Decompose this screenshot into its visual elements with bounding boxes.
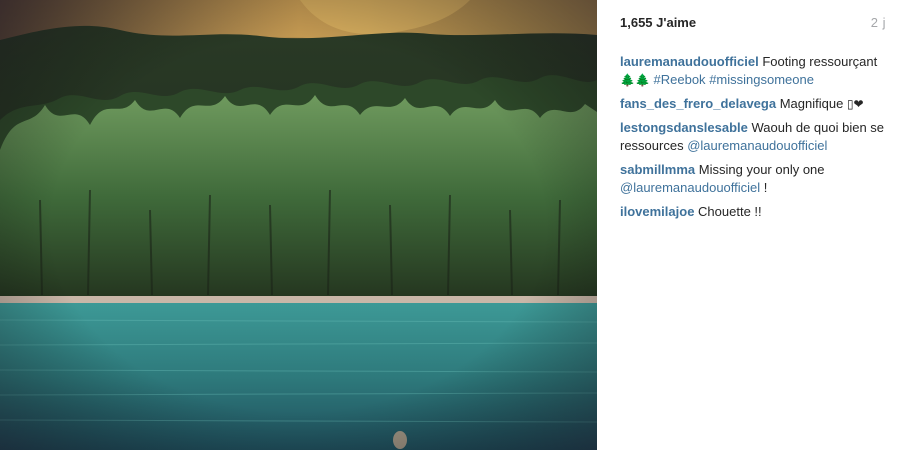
comment-item: lestongsdanslesable Waouh de quoi bien s… [620, 119, 886, 155]
likes-count[interactable]: 1,655 J'aime [620, 15, 696, 30]
comment-text: Chouette !! [698, 204, 762, 219]
hashtag-reebok[interactable]: #Reebok [654, 72, 706, 87]
comment-username[interactable]: lauremanaudouofficiel [620, 54, 759, 69]
comment-item: sabmillmma Missing your only one @laurem… [620, 161, 886, 197]
comment-text: Missing your only one [698, 162, 825, 177]
comment-username[interactable]: fans_des_frero_delavega [620, 96, 776, 111]
post-sidebar: 1,655 J'aime 2 j lauremanaudouofficiel F… [597, 0, 900, 450]
comment-username[interactable]: lestongsdanslesable [620, 120, 748, 135]
post-age[interactable]: 2 j [871, 15, 886, 30]
comment-username[interactable]: sabmillmma [620, 162, 695, 177]
comment-mention[interactable]: @lauremanaudouofficiel [687, 138, 827, 153]
post-photo[interactable] [0, 0, 597, 450]
comment-suffix: ! [763, 180, 768, 195]
tree-emoji-icon: 🌲🌲 [620, 73, 650, 87]
comment-mention[interactable]: @lauremanaudouofficiel [620, 180, 760, 195]
heart-emoji-icon: ▯❤ [846, 97, 864, 111]
comment-username[interactable]: ilovemilajoe [620, 204, 694, 219]
comment-text: Magnifique [779, 96, 844, 111]
comment-list: lauremanaudouofficiel Footing ressourçan… [620, 53, 886, 221]
landscape-photo [0, 0, 597, 450]
comment-item: fans_des_frero_delavega Magnifique ▯❤ [620, 95, 886, 113]
comment-text: Footing ressourçant [762, 54, 878, 69]
instagram-post: 1,655 J'aime 2 j lauremanaudouofficiel F… [0, 0, 900, 450]
post-meta: 1,655 J'aime 2 j [620, 13, 886, 31]
comment-item: ilovemilajoe Chouette !! [620, 203, 886, 221]
caption-comment: lauremanaudouofficiel Footing ressourçan… [620, 53, 886, 89]
hashtag-missingsomeone[interactable]: #missingsomeone [709, 72, 814, 87]
